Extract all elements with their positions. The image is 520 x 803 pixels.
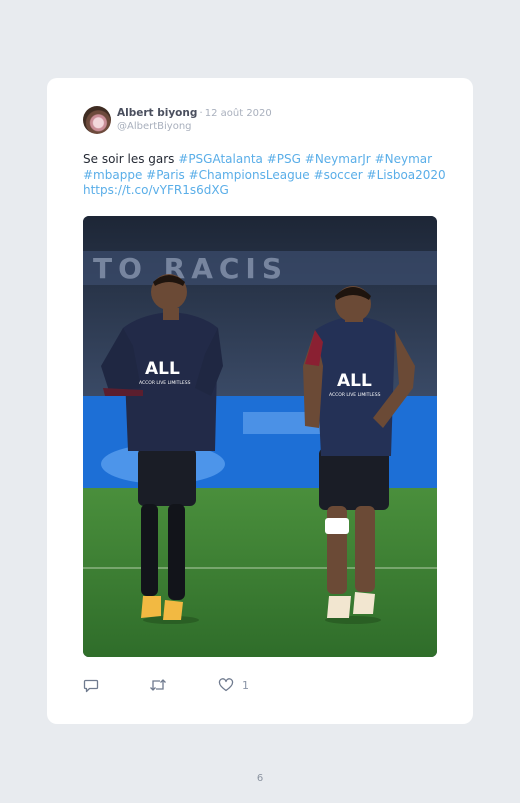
hashtag[interactable]: #mbappe	[83, 168, 142, 182]
heart-icon	[218, 678, 234, 692]
shirt-sponsor-sub-right: ACCOR LIVE LIMITLESS	[329, 392, 381, 398]
shirt-sponsor-sub-left: ACCOR LIVE LIMITLESS	[139, 380, 191, 386]
tweet-card: Albert biyong · 12 août 2020 @AlbertBiyong…	[47, 78, 473, 724]
author-handle[interactable]: @AlbertBiyong	[117, 121, 192, 132]
hashtag[interactable]: #NeymarJr	[305, 152, 371, 166]
tweet-link[interactable]: https://t.co/vYFR1s6dXG	[83, 183, 229, 197]
tweet-actions: 1	[83, 678, 437, 698]
banner-text: TO RACIS	[93, 252, 288, 285]
like-count: 1	[242, 678, 249, 692]
shirt-sponsor-left: ALL	[145, 359, 180, 379]
reply-button[interactable]	[83, 678, 99, 693]
retweet-icon	[150, 679, 166, 691]
author-line: Albert biyong · 12 août 2020	[117, 107, 272, 119]
author-name[interactable]: Albert biyong	[117, 107, 197, 119]
separator: ·	[199, 107, 203, 119]
hashtag[interactable]: #Lisboa2020	[367, 168, 446, 182]
hashtag[interactable]: #PSG	[267, 152, 301, 166]
hashtag[interactable]: #ChampionsLeague	[189, 168, 310, 182]
photo-illustration: TO RACIS ALL ACCOR LIVE LIMITLESS ALL AC…	[83, 216, 437, 657]
avatar[interactable]	[83, 106, 111, 134]
tweet-date[interactable]: 12 août 2020	[205, 108, 272, 119]
reply-icon	[83, 679, 99, 693]
tweet-photo[interactable]: TO RACIS ALL ACCOR LIVE LIMITLESS ALL AC…	[83, 216, 437, 657]
hashtag[interactable]: #PSGAtalanta	[178, 152, 263, 166]
hashtag[interactable]: #Neymar	[375, 152, 433, 166]
hashtag[interactable]: #Paris	[146, 168, 185, 182]
like-button[interactable]: 1	[218, 678, 249, 692]
retweet-button[interactable]	[149, 678, 167, 692]
page-number: 6	[256, 773, 264, 784]
tweet-text: Se soir les gars #PSGAtalanta #PSG #Neym…	[83, 152, 453, 199]
hashtag[interactable]: #soccer	[314, 168, 363, 182]
shirt-sponsor-right: ALL	[337, 371, 372, 391]
tweet-text-plain: Se soir les gars	[83, 152, 175, 166]
